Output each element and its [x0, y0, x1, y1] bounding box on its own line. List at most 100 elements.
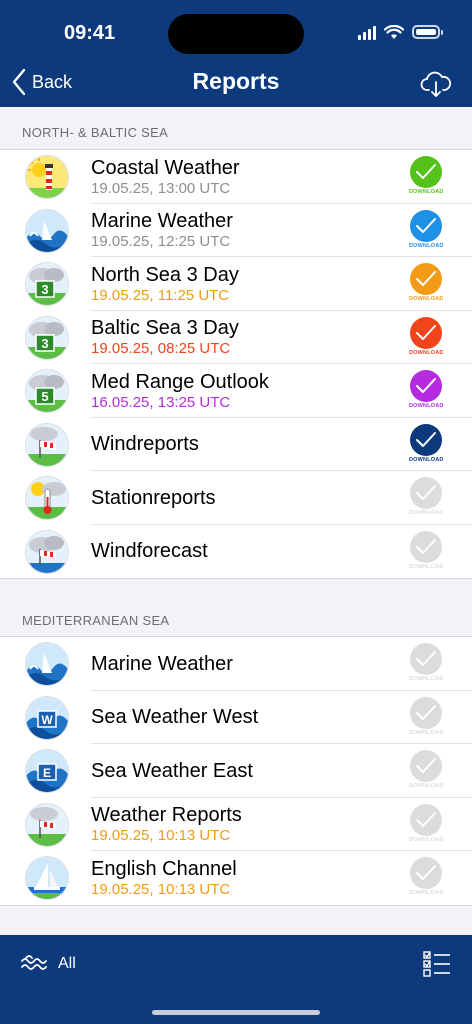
- report-title: Marine Weather: [91, 210, 233, 233]
- download-label: DOWNLOAD: [409, 890, 444, 896]
- report-list-mediterranean: Marine Weather DOWNLOAD W Sea Weather We…: [0, 636, 472, 906]
- sailboat-icon: [26, 857, 68, 899]
- report-title: Sea Weather East: [91, 759, 253, 782]
- cloud-download-button[interactable]: [420, 70, 452, 103]
- cellular-signal-icon: [358, 24, 376, 40]
- download-label: DOWNLOAD: [409, 242, 444, 249]
- report-title: Windforecast: [91, 540, 208, 563]
- checkmark-icon: [410, 750, 442, 782]
- report-row-english-channel[interactable]: English Channel 19.05.25, 10:13 UTC DOWN…: [0, 851, 472, 905]
- report-timestamp: 16.05.25, 13:25 UTC: [91, 393, 231, 411]
- cloud-download-icon: [420, 71, 452, 97]
- checkmark-icon: [410, 696, 442, 729]
- checkmark-icon: [410, 857, 442, 889]
- download-status-button[interactable]: DOWNLOAD: [409, 370, 443, 409]
- svg-text:E: E: [43, 766, 51, 780]
- report-row-baltic-sea-3-day[interactable]: 3 Baltic Sea 3 Day 19.05.25, 08:25 UTC D…: [0, 311, 472, 365]
- report-list-north-baltic: Coastal Weather 19.05.25, 13:00 UTC DOWN…: [0, 149, 472, 579]
- download-status-button[interactable]: DOWNLOAD: [409, 530, 444, 570]
- download-status-button[interactable]: DOWNLOAD: [409, 423, 444, 463]
- lighthouse-icon: [26, 156, 68, 198]
- download-status-button[interactable]: DOWNLOAD: [409, 750, 443, 789]
- checkmark-icon: [410, 156, 442, 188]
- report-timestamp: 19.05.25, 11:25 UTC: [91, 286, 230, 304]
- report-row-windforecast[interactable]: Windforecast DOWNLOAD: [0, 525, 472, 579]
- download-label: DOWNLOAD: [409, 783, 444, 789]
- report-timestamp: 19.05.25, 13:00 UTC: [91, 179, 231, 197]
- checkmark-icon: [410, 370, 442, 402]
- waves-icon: [21, 955, 47, 970]
- page-title: Reports: [192, 68, 280, 94]
- battery-icon: [412, 25, 443, 39]
- checkmark-icon: [410, 209, 442, 242]
- report-row-windreports[interactable]: Windreports DOWNLOAD: [0, 418, 472, 472]
- checkmark-icon: [410, 477, 442, 509]
- wave-boat-icon: [26, 643, 68, 685]
- windsock-cloud-icon: [26, 530, 68, 573]
- section-header-mediterranean: MEDITERRANEAN SEA: [22, 613, 170, 628]
- wave-boat-icon: [26, 209, 68, 252]
- download-status-button[interactable]: DOWNLOAD: [409, 857, 443, 896]
- download-label: DOWNLOAD: [409, 729, 444, 736]
- checkmark-icon: [410, 316, 442, 349]
- home-indicator: [152, 1010, 320, 1015]
- report-timestamp: 19.05.25, 08:25 UTC: [91, 340, 231, 358]
- bottom-toolbar: All: [0, 935, 472, 1024]
- report-row-stationreports[interactable]: Stationreports DOWNLOAD: [0, 471, 472, 525]
- checkmark-icon: [410, 643, 442, 675]
- report-row-med-range-outlook[interactable]: 5 Med Range Outlook 16.05.25, 13:25 UTC …: [0, 364, 472, 418]
- download-label: DOWNLOAD: [409, 563, 444, 570]
- wave-w-icon: W: [26, 696, 68, 739]
- checklist-icon: [423, 951, 450, 977]
- forecast-3-icon: 3: [26, 316, 68, 359]
- download-label: DOWNLOAD: [409, 510, 444, 516]
- report-row-med-marine-weather[interactable]: Marine Weather DOWNLOAD: [0, 637, 472, 691]
- svg-text:W: W: [41, 713, 53, 727]
- report-row-marine-weather[interactable]: Marine Weather 19.05.25, 12:25 UTC DOWNL…: [0, 204, 472, 258]
- download-status-button[interactable]: DOWNLOAD: [409, 263, 443, 302]
- download-label: DOWNLOAD: [409, 676, 444, 682]
- all-button[interactable]: All: [20, 953, 76, 975]
- section-header-north-baltic: NORTH- & BALTIC SEA: [22, 125, 169, 140]
- report-title: Marine Weather: [91, 652, 233, 675]
- download-status-button[interactable]: DOWNLOAD: [409, 209, 444, 249]
- windsock-icon: [26, 423, 68, 466]
- status-time: 09:41: [64, 22, 116, 44]
- download-status-button[interactable]: DOWNLOAD: [409, 696, 444, 736]
- checkmark-icon: [410, 263, 442, 295]
- forecast-5-icon: 5: [26, 370, 68, 412]
- wifi-icon: [384, 24, 404, 39]
- svg-text:3: 3: [41, 282, 48, 297]
- report-row-sea-weather-east[interactable]: E Sea Weather East DOWNLOAD: [0, 744, 472, 798]
- svg-text:5: 5: [41, 389, 48, 404]
- download-label: DOWNLOAD: [409, 349, 444, 356]
- report-row-north-sea-3-day[interactable]: 3 North Sea 3 Day 19.05.25, 11:25 UTC DO…: [0, 257, 472, 311]
- forecast-3-icon: 3: [26, 263, 68, 305]
- thermometer-icon: [26, 477, 68, 519]
- checklist-button[interactable]: [422, 949, 452, 984]
- report-row-coastal-weather[interactable]: Coastal Weather 19.05.25, 13:00 UTC DOWN…: [0, 150, 472, 204]
- download-status-button[interactable]: DOWNLOAD: [409, 316, 444, 356]
- download-label: DOWNLOAD: [409, 403, 444, 409]
- dynamic-island: [168, 14, 304, 54]
- report-title: North Sea 3 Day: [91, 263, 239, 286]
- report-row-sea-weather-west[interactable]: W Sea Weather West DOWNLOAD: [0, 691, 472, 745]
- windsock-icon: [26, 803, 68, 846]
- all-label: All: [58, 955, 76, 972]
- report-title: Sea Weather West: [91, 706, 259, 729]
- checkmark-icon: [410, 530, 442, 563]
- report-title: English Channel: [91, 857, 237, 880]
- download-status-button[interactable]: DOWNLOAD: [409, 156, 443, 195]
- report-title: Baltic Sea 3 Day: [91, 317, 239, 340]
- download-label: DOWNLOAD: [409, 296, 444, 302]
- download-status-button[interactable]: DOWNLOAD: [409, 643, 443, 682]
- report-title: Coastal Weather: [91, 156, 240, 179]
- report-row-weather-reports[interactable]: Weather Reports 19.05.25, 10:13 UTC DOWN…: [0, 798, 472, 852]
- navigation-bar: 09:41 Back Reports: [0, 0, 472, 107]
- report-timestamp: 19.05.25, 10:13 UTC: [91, 880, 231, 898]
- checkmark-icon: [410, 803, 442, 836]
- report-timestamp: 19.05.25, 12:25 UTC: [91, 233, 231, 251]
- download-label: DOWNLOAD: [409, 456, 444, 463]
- download-status-button[interactable]: DOWNLOAD: [409, 477, 443, 516]
- download-status-button[interactable]: DOWNLOAD: [409, 803, 443, 843]
